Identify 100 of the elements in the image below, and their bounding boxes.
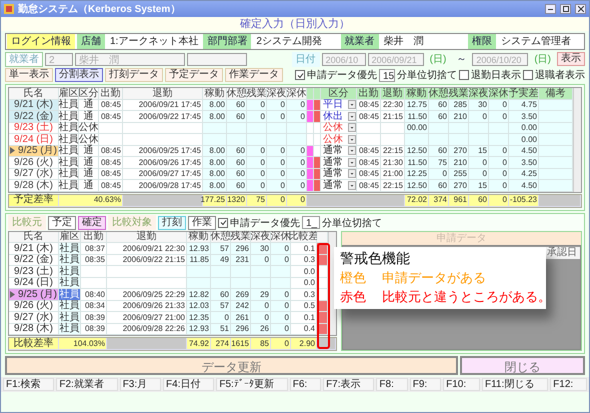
close-button[interactable]	[575, 4, 586, 14]
table-cell: 08:45	[99, 180, 123, 192]
table-cell: 274	[211, 338, 231, 350]
table-cell: 社員	[59, 243, 81, 254]
function-key[interactable]: F11:閉じる	[482, 378, 548, 391]
function-key[interactable]: F4:日付	[163, 378, 214, 391]
date-cell[interactable]: 9/25 (月)	[9, 289, 59, 300]
table-cell: 0	[267, 194, 287, 206]
table-cell: 8.00	[203, 180, 227, 192]
date-cell[interactable]: 9/27 (水)	[9, 312, 59, 324]
action-button[interactable]: データ更新	[5, 356, 458, 375]
table-cell	[251, 266, 271, 278]
unit-label: 分単位切捨て	[397, 68, 457, 82]
function-key[interactable]: F10:	[443, 378, 480, 391]
compare-source-button[interactable]: 予定	[48, 216, 76, 230]
compare-source-button[interactable]: 確定	[78, 216, 106, 230]
date-cell[interactable]: 9/21 (木)	[9, 243, 59, 254]
category-dropdown[interactable]: 平日	[321, 100, 357, 111]
date-cell[interactable]: 9/24 (日)	[9, 134, 59, 146]
summary-label: 比較差率	[9, 338, 59, 350]
table-cell: 12.93	[187, 324, 211, 335]
table-cell: 4.25	[509, 168, 539, 180]
table-cell: 12.93	[187, 243, 211, 254]
table-cell: 21:30	[381, 157, 405, 168]
date-cell[interactable]: 9/28 (木)	[9, 324, 59, 335]
input-field[interactable]	[187, 52, 247, 66]
table-cell: 210	[449, 111, 469, 122]
show-button[interactable]: 表示	[557, 52, 585, 66]
unit-field[interactable]: 15	[379, 68, 395, 82]
date-cell[interactable]: 9/27 (水)	[9, 168, 59, 180]
table-cell: 社員	[59, 324, 81, 335]
date-cell[interactable]: 9/28 (木)	[9, 180, 59, 192]
table-cell: 0	[267, 180, 287, 192]
function-key[interactable]: F3:月	[120, 378, 162, 391]
date-cell[interactable]: 9/26 (火)	[9, 300, 59, 312]
table-cell: 60	[429, 100, 449, 111]
callout-title: 警戒色機能	[340, 250, 411, 268]
view-button[interactable]: 打刻データ	[105, 68, 163, 82]
category-dropdown[interactable]: 公休	[321, 134, 357, 146]
table-cell: 社員	[59, 312, 81, 324]
table-cell: 8.00	[203, 157, 227, 168]
table-cell	[227, 134, 247, 146]
table-cell: 261	[231, 312, 251, 324]
date-cell[interactable]: 9/25 (月)	[9, 146, 59, 157]
function-key[interactable]: F2:就業者	[56, 378, 118, 391]
action-button[interactable]: 閉じる	[460, 356, 585, 375]
category-dropdown[interactable]: 公休	[321, 122, 357, 134]
table-cell: 12.82	[187, 289, 211, 300]
checkbox[interactable]: 退勤日表示	[459, 68, 521, 82]
function-key[interactable]: F5:ﾃﾞｰﾀ更新	[216, 378, 288, 391]
table-cell: 08:45	[99, 168, 123, 180]
function-key[interactable]: F1:検索	[3, 378, 54, 391]
table-cell: 08:39	[81, 324, 107, 335]
checkbox[interactable]: 申請データ優先	[218, 216, 300, 230]
table-cell: 08:37	[81, 243, 107, 254]
date-cell[interactable]: 9/23 (土)	[9, 122, 59, 134]
table-cell	[231, 266, 251, 278]
category-dropdown[interactable]: 通常	[321, 180, 357, 192]
table-cell: 08:45	[357, 180, 381, 192]
app-icon	[4, 4, 14, 14]
function-key[interactable]: F8:	[376, 378, 408, 391]
unit-field[interactable]: 1_	[302, 216, 320, 229]
table-cell	[211, 278, 231, 289]
view-button[interactable]: 作業データ	[225, 68, 283, 82]
table-cell: 0	[267, 100, 287, 111]
table-cell: 0	[489, 100, 509, 111]
close-icon	[578, 6, 584, 12]
caret-icon	[348, 169, 356, 178]
table-cell: 72.02	[405, 194, 429, 206]
table-cell: 0	[469, 157, 489, 168]
date-cell[interactable]: 9/26 (火)	[9, 157, 59, 168]
minimize-button[interactable]	[545, 4, 556, 14]
date-cell[interactable]: 9/23 (土)	[9, 266, 59, 278]
category-dropdown[interactable]: 通常	[321, 168, 357, 180]
maximize-button[interactable]	[560, 4, 571, 14]
table-cell: 2006/09/25 22:29	[107, 289, 187, 300]
table-cell: 22:30	[381, 100, 405, 111]
function-key[interactable]: F12:	[550, 378, 588, 391]
compare-target-button[interactable]: 作業	[188, 216, 216, 230]
view-button[interactable]: 予定データ	[165, 68, 223, 82]
date-cell[interactable]: 9/24 (日)	[9, 278, 59, 289]
table-cell: 0	[247, 168, 267, 180]
date-cell[interactable]: 9/22 (金)	[9, 111, 59, 122]
checkbox[interactable]: 申請データ優先	[295, 68, 377, 82]
compare-target-button[interactable]: 打刻	[158, 216, 186, 230]
function-key[interactable]: F6:	[290, 378, 322, 391]
view-button[interactable]: 分割表示	[55, 68, 103, 82]
function-key[interactable]: F9:	[410, 378, 442, 391]
date-cell[interactable]: 9/21 (木)	[9, 100, 59, 111]
category-dropdown[interactable]: 通常	[321, 146, 357, 157]
view-button[interactable]: 単一表示	[5, 68, 53, 82]
category-dropdown[interactable]: 休出	[321, 111, 357, 122]
table-cell	[429, 134, 449, 146]
legend-text: 比較元と違うところがある。	[382, 288, 551, 306]
checkbox[interactable]: 退職者表示	[523, 68, 585, 82]
function-key[interactable]: F7:表示	[323, 378, 374, 391]
table-cell: 0	[287, 180, 307, 192]
date-cell[interactable]: 9/22 (金)	[9, 254, 59, 266]
table-cell: 公休	[79, 122, 99, 134]
category-dropdown[interactable]: 通常	[321, 157, 357, 168]
